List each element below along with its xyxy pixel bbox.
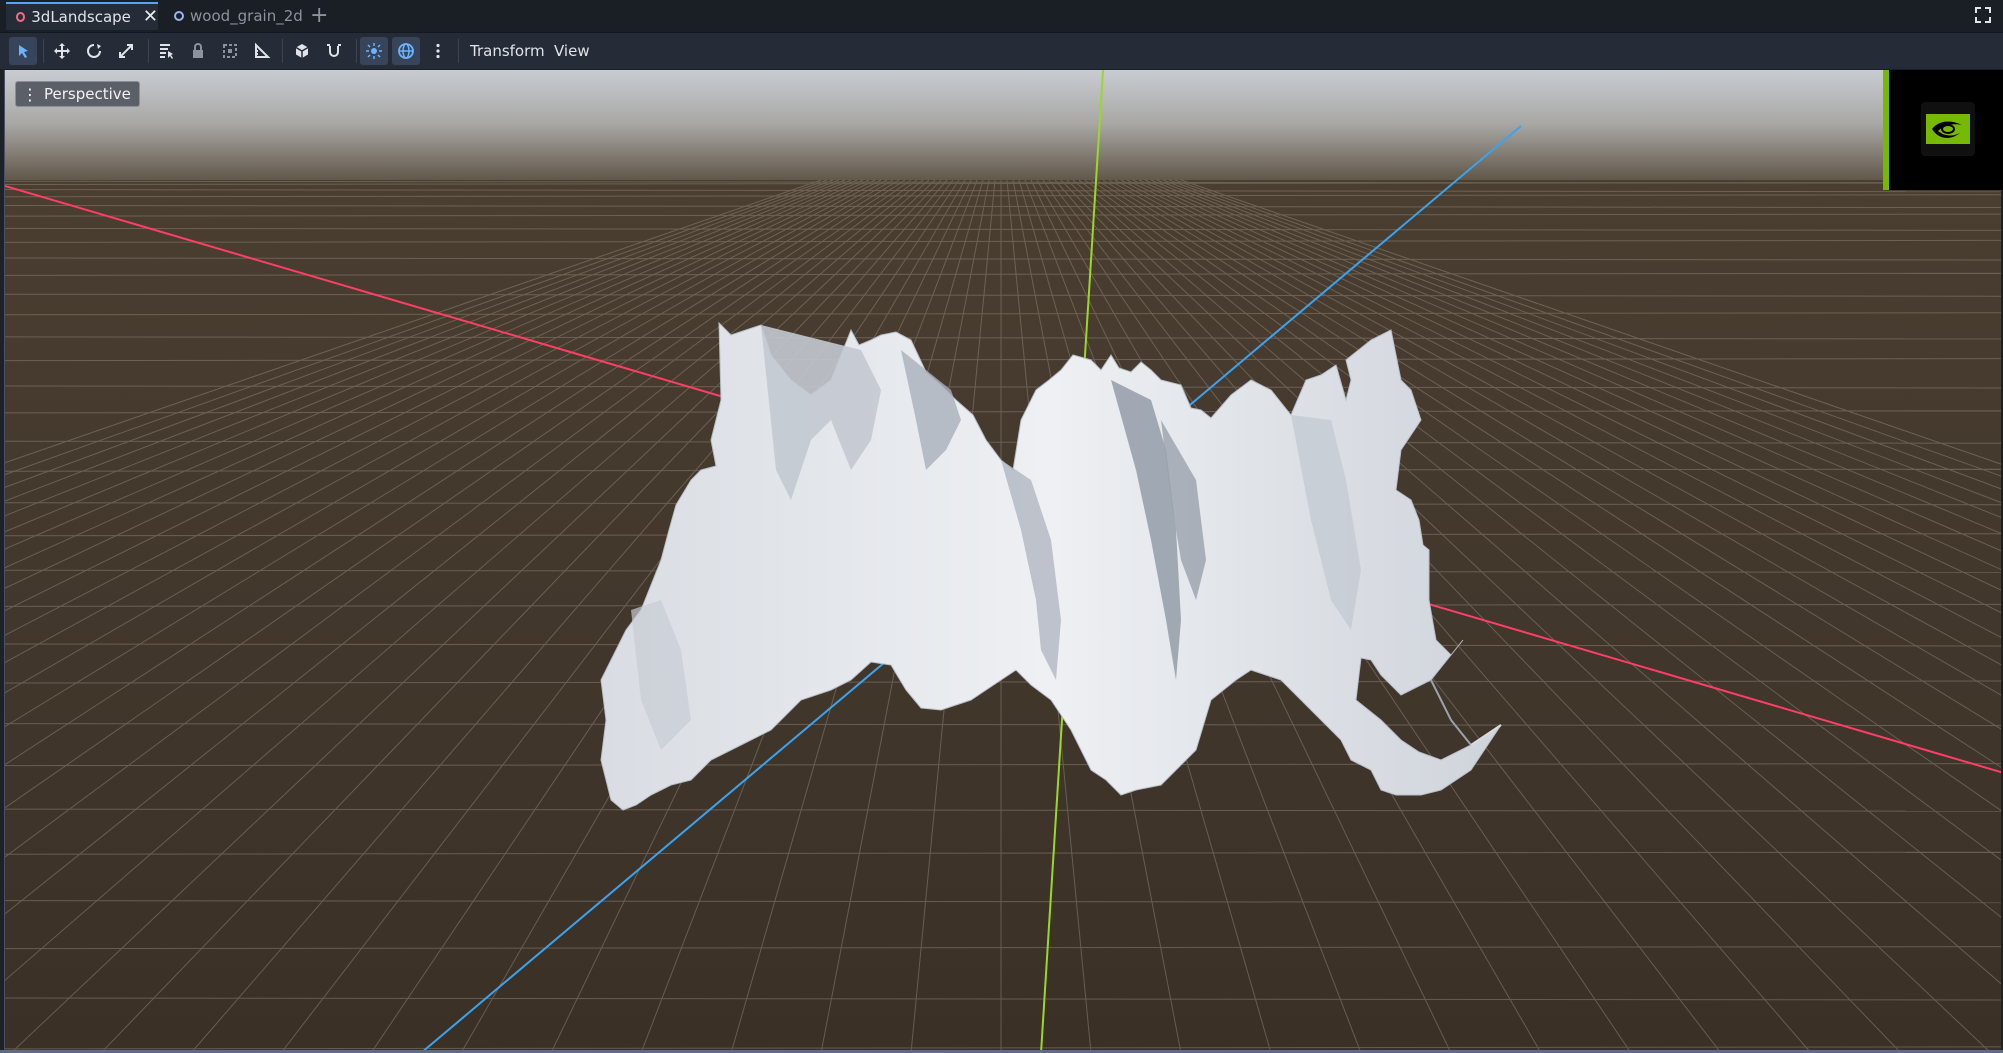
sun-preview-button[interactable] — [360, 37, 388, 65]
viewport-scene — [5, 70, 2001, 1053]
scene-2d-icon — [174, 11, 184, 21]
group-button[interactable] — [216, 37, 244, 65]
more-options-icon — [436, 43, 440, 59]
move-tool-icon — [54, 43, 70, 59]
view-mode-label: Perspective — [44, 85, 131, 103]
transform-menu[interactable]: Transform — [470, 37, 545, 65]
move-tool-button[interactable] — [48, 37, 76, 65]
more-options-button[interactable] — [424, 37, 452, 65]
sun-preview-icon — [366, 43, 382, 59]
scale-tool-icon — [119, 44, 133, 58]
tab-label: wood_grain_2d — [190, 7, 303, 25]
rotate-tool-icon — [87, 44, 101, 58]
select-tool-icon — [19, 45, 28, 58]
3d-viewport[interactable] — [4, 70, 2001, 1053]
tab-wood-grain-2d[interactable]: wood_grain_2d — [164, 2, 304, 30]
view-menu[interactable]: View — [554, 37, 590, 65]
add-tab-button[interactable]: + — [310, 3, 328, 29]
tab-3dlandscape[interactable]: 3dLandscape ✕ — [6, 2, 158, 30]
scene-3d-icon — [16, 12, 26, 22]
group-icon — [223, 44, 237, 58]
environment-preview-icon — [398, 43, 414, 59]
scene-tab-bar: 3dLandscape ✕ wood_grain_2d + — [0, 0, 2003, 33]
select-tool-button[interactable] — [9, 37, 37, 65]
scale-tool-button[interactable] — [112, 37, 140, 65]
list-select-icon — [160, 44, 173, 59]
lock-button[interactable] — [184, 37, 212, 65]
nvidia-overlay — [1883, 70, 2003, 190]
sky — [5, 70, 2001, 190]
viewport-toolbar: Transform View — [0, 33, 2003, 70]
tab-label: 3dLandscape — [31, 8, 131, 26]
snap-button[interactable] — [320, 37, 348, 65]
local-space-icon — [295, 44, 309, 58]
lock-icon — [193, 43, 203, 58]
close-tab-icon[interactable]: ✕ — [143, 8, 158, 26]
nvidia-logo-icon — [1921, 102, 1975, 156]
view-menu-dots-icon: ⋮ — [22, 84, 38, 104]
local-space-button[interactable] — [288, 37, 316, 65]
distraction-free-icon[interactable] — [1975, 7, 1991, 23]
ruler-button[interactable] — [248, 37, 276, 65]
view-mode-button[interactable]: ⋮ Perspective — [15, 81, 140, 107]
environment-preview-button[interactable] — [392, 37, 420, 65]
rotate-tool-button[interactable] — [80, 37, 108, 65]
list-select-button[interactable] — [152, 37, 180, 65]
ruler-icon — [255, 42, 271, 58]
snap-icon — [327, 44, 341, 57]
